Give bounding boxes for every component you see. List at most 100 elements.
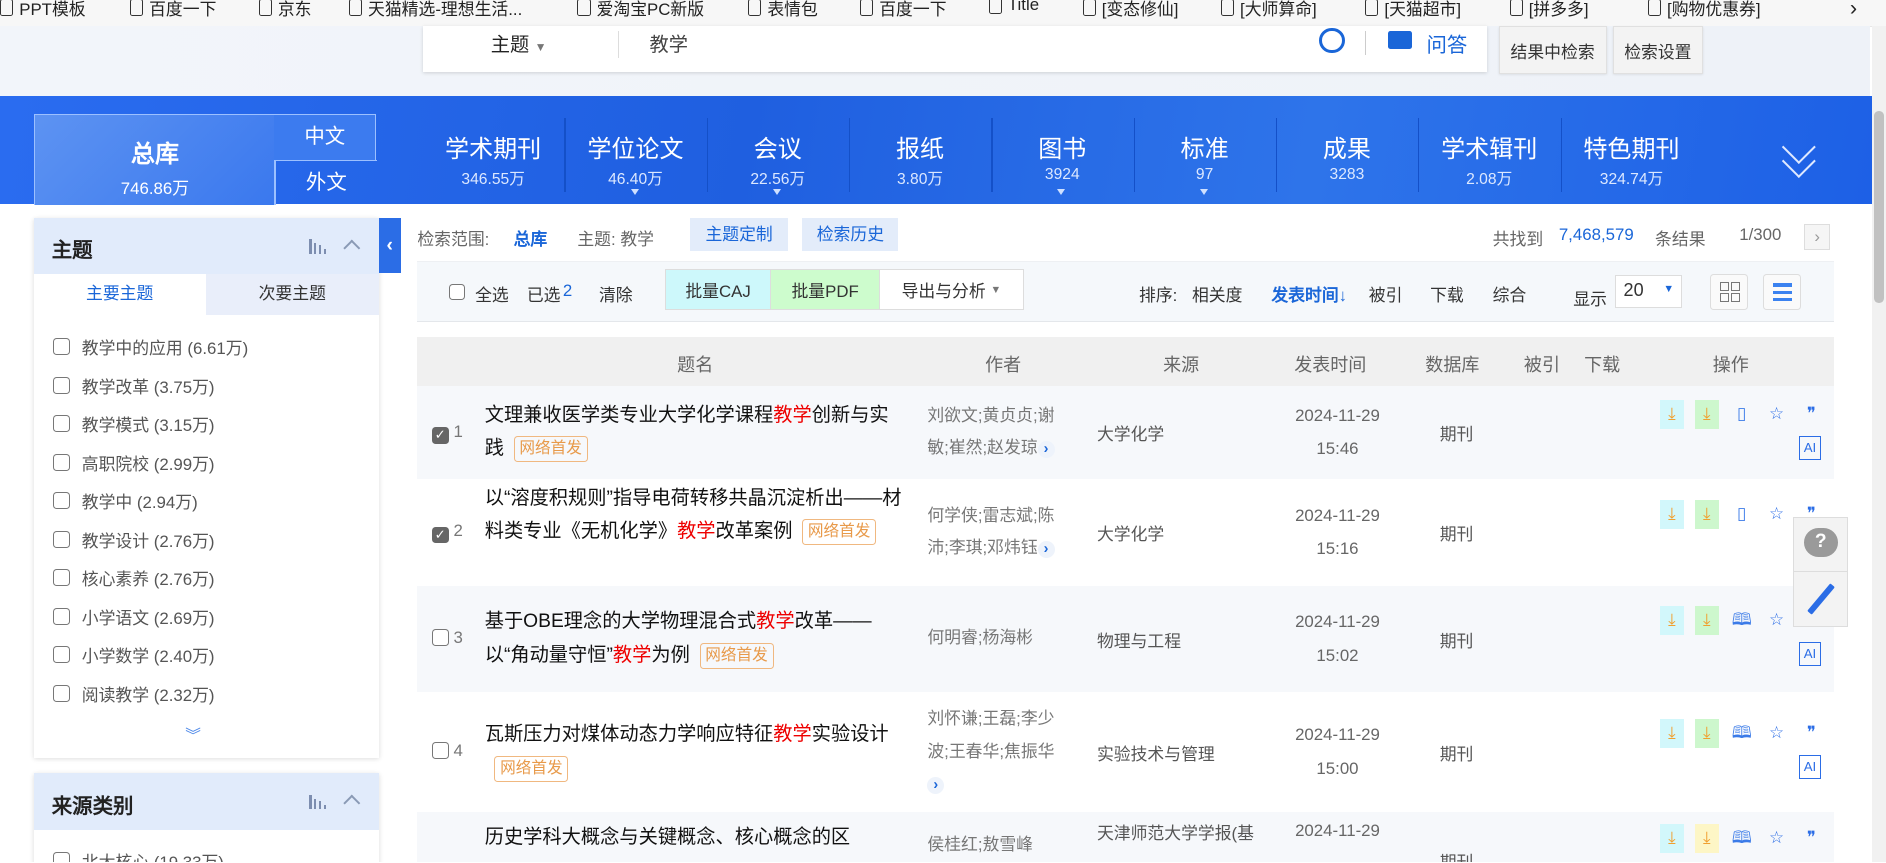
db-category[interactable]: 学术辑刊 2.08万 xyxy=(1418,96,1560,204)
collapse-icon[interactable] xyxy=(343,239,360,256)
select-all-label[interactable]: 全选 xyxy=(475,281,509,306)
bookmark-item[interactable]: 百度一下 xyxy=(129,0,216,20)
checkbox[interactable] xyxy=(52,684,70,702)
authors[interactable]: 侯桂红;敖雪峰 xyxy=(927,829,1069,861)
checkbox[interactable] xyxy=(52,338,70,356)
read-online-icon[interactable]: 🕮 xyxy=(1730,606,1754,635)
bookmarks-more-icon[interactable]: › xyxy=(1850,0,1857,21)
bookmark-item[interactable]: 天猫精选-理想生活... xyxy=(348,0,522,20)
sort-date[interactable]: 发表时间↓ xyxy=(1271,281,1347,306)
authors[interactable]: 何学侠;雷志斌;陈 沛;李琪;邓炜钰 › xyxy=(927,500,1069,565)
ai-assistant-icon[interactable]: AI xyxy=(1799,642,1821,666)
bookmark-item[interactable]: PPT模板 xyxy=(0,0,86,20)
ai-assistant-icon[interactable]: AI xyxy=(1799,436,1821,460)
export-analysis-dropdown[interactable]: 导出与分析 ▼ xyxy=(879,269,1024,311)
tab-sub-topic[interactable]: 次要主题 xyxy=(205,274,379,316)
bookmark-item[interactable]: [变态修仙] xyxy=(1082,0,1178,20)
topic-filter-item[interactable]: 小学数学 (2.40万) xyxy=(52,642,215,667)
cite-icon[interactable]: ❞ xyxy=(1799,824,1823,853)
read-online-icon[interactable]: 🕮 xyxy=(1730,719,1754,748)
article-title[interactable]: 历史学科大概念与关键概念、核心概念的区 xyxy=(485,821,906,855)
header-citations[interactable]: 被引 xyxy=(1524,351,1560,377)
source-link[interactable]: 物理与工程 xyxy=(1097,627,1181,652)
download-pdf-icon[interactable]: ⤓ xyxy=(1694,606,1719,636)
more-authors-icon[interactable]: › xyxy=(1037,441,1055,459)
topic-filter-item[interactable]: 教学模式 (3.15万) xyxy=(52,411,215,436)
tab-main-topic[interactable]: 主要主题 xyxy=(34,274,206,315)
search-icon[interactable] xyxy=(1319,27,1345,53)
row-checkbox[interactable]: ✓ xyxy=(431,423,449,445)
checkbox[interactable] xyxy=(52,376,70,394)
html-read-icon[interactable]: ▯ xyxy=(1730,500,1754,529)
topic-filter-item[interactable]: 核心素养 (2.76万) xyxy=(52,565,215,590)
more-authors-icon[interactable]: › xyxy=(1037,541,1055,559)
chinese-tab[interactable]: 中文 xyxy=(274,114,377,161)
next-page-button[interactable]: › xyxy=(1804,223,1831,250)
topic-filter-item[interactable]: 教学设计 (2.76万) xyxy=(52,527,215,552)
topic-filter-item[interactable]: 教学中的应用 (6.61万) xyxy=(52,334,248,359)
download-pdf-icon[interactable]: ⤓ xyxy=(1694,719,1719,749)
header-downloads[interactable]: 下载 xyxy=(1584,351,1620,377)
foreign-tab[interactable]: 外文 xyxy=(274,159,378,206)
authors[interactable]: 刘怀谦;王磊;李少 波;王春华;焦振华 › xyxy=(927,703,1069,800)
search-input[interactable]: 教学 xyxy=(650,29,688,57)
db-category[interactable]: 标准 97 xyxy=(1134,96,1276,204)
collapse-sidebar-button[interactable]: ‹ xyxy=(378,217,401,274)
favorite-icon[interactable]: ☆ xyxy=(1764,400,1788,429)
row-checkbox[interactable] xyxy=(431,742,449,765)
expand-more-icon[interactable]: ︾ xyxy=(185,728,201,744)
page-scrollbar[interactable] xyxy=(1871,26,1886,863)
qa-button[interactable]: 问答 xyxy=(1427,28,1468,58)
read-online-icon[interactable]: 🕮 xyxy=(1730,824,1754,853)
topic-filter-item[interactable]: 阅读教学 (2.32万) xyxy=(52,681,215,706)
header-title[interactable]: 题名 xyxy=(677,351,713,377)
bookmark-item[interactable]: 京东 xyxy=(258,0,311,20)
db-category[interactable]: 学术期刊 346.55万 xyxy=(422,96,564,204)
favorite-icon[interactable]: ☆ xyxy=(1764,606,1788,635)
db-category[interactable]: 学位论文 46.40万 xyxy=(564,96,706,204)
source-link[interactable]: 实验技术与管理 xyxy=(1097,740,1215,765)
source-link[interactable]: 天津师范大学学报(基 xyxy=(1097,819,1254,844)
source-link[interactable]: 大学化学 xyxy=(1097,420,1164,445)
bookmark-item[interactable]: Title xyxy=(988,0,1039,15)
download-pdf-icon[interactable]: ⤓ xyxy=(1694,399,1719,429)
db-category[interactable]: 图书 3924 xyxy=(991,96,1133,204)
db-category[interactable]: 成果 3283 xyxy=(1276,96,1418,204)
source-item[interactable]: 北大核心 (19.33万) xyxy=(52,848,224,863)
sort-downloads[interactable]: 下载 xyxy=(1430,281,1464,306)
download-caj-icon[interactable]: ⤓ xyxy=(1659,606,1684,636)
chart-icon[interactable] xyxy=(309,239,326,254)
bookmark-item[interactable]: 表情包 xyxy=(748,0,818,20)
batch-caj-button[interactable]: 批量CAJ xyxy=(665,269,771,311)
source-link[interactable]: 大学化学 xyxy=(1097,520,1164,545)
article-title[interactable]: 瓦斯压力对煤体动态力学响应特征教学实验设计网络首发 xyxy=(485,718,906,785)
batch-pdf-button[interactable]: 批量PDF xyxy=(769,269,881,311)
page-size-select[interactable]: 20 ▼ xyxy=(1615,275,1683,309)
bookmark-item[interactable]: [天猫超市] xyxy=(1365,0,1461,20)
html-read-icon[interactable]: ▯ xyxy=(1730,400,1754,429)
article-title[interactable]: 基于OBE理念的大学物理混合式教学改革——以“角动量守恒”教学为例 网络首发 xyxy=(485,605,906,672)
select-all-checkbox[interactable] xyxy=(448,283,466,307)
sort-citations[interactable]: 被引 xyxy=(1369,281,1403,306)
header-date[interactable]: 发表时间 xyxy=(1294,351,1366,377)
row-checkbox[interactable] xyxy=(431,629,449,652)
download-caj-icon[interactable]: ⤓ xyxy=(1659,719,1684,749)
ai-assistant-icon[interactable]: AI xyxy=(1799,755,1821,779)
search-in-results-button[interactable]: 结果中检索 xyxy=(1498,26,1607,75)
article-title[interactable]: 以“溶度积规则”指导电荷转移共晶沉淀析出——材料类专业《无机化学》教学改革案例网… xyxy=(485,482,906,549)
checkbox[interactable] xyxy=(52,569,70,587)
checkbox[interactable] xyxy=(52,530,70,548)
bookmark-item[interactable]: [拼多多] xyxy=(1509,0,1589,20)
checkbox[interactable] xyxy=(52,646,70,664)
checkbox[interactable] xyxy=(52,453,70,471)
search-settings-button[interactable]: 检索设置 xyxy=(1612,26,1703,75)
favorite-icon[interactable]: ☆ xyxy=(1764,719,1788,748)
download-caj-icon[interactable]: ⤓ xyxy=(1659,823,1684,853)
bookmark-item[interactable]: [大师算命] xyxy=(1220,0,1317,20)
topic-filter-item[interactable]: 高职院校 (2.99万) xyxy=(52,450,215,475)
authors[interactable]: 刘欲文;黄贞贞;谢 敏;崔然;赵发琼 › xyxy=(927,400,1069,465)
favorite-icon[interactable]: ☆ xyxy=(1764,500,1788,529)
cite-icon[interactable]: ❞ xyxy=(1799,400,1823,429)
download-caj-icon[interactable]: ⤓ xyxy=(1659,499,1684,529)
search-field-select[interactable]: 主题 ▼ xyxy=(491,29,547,57)
